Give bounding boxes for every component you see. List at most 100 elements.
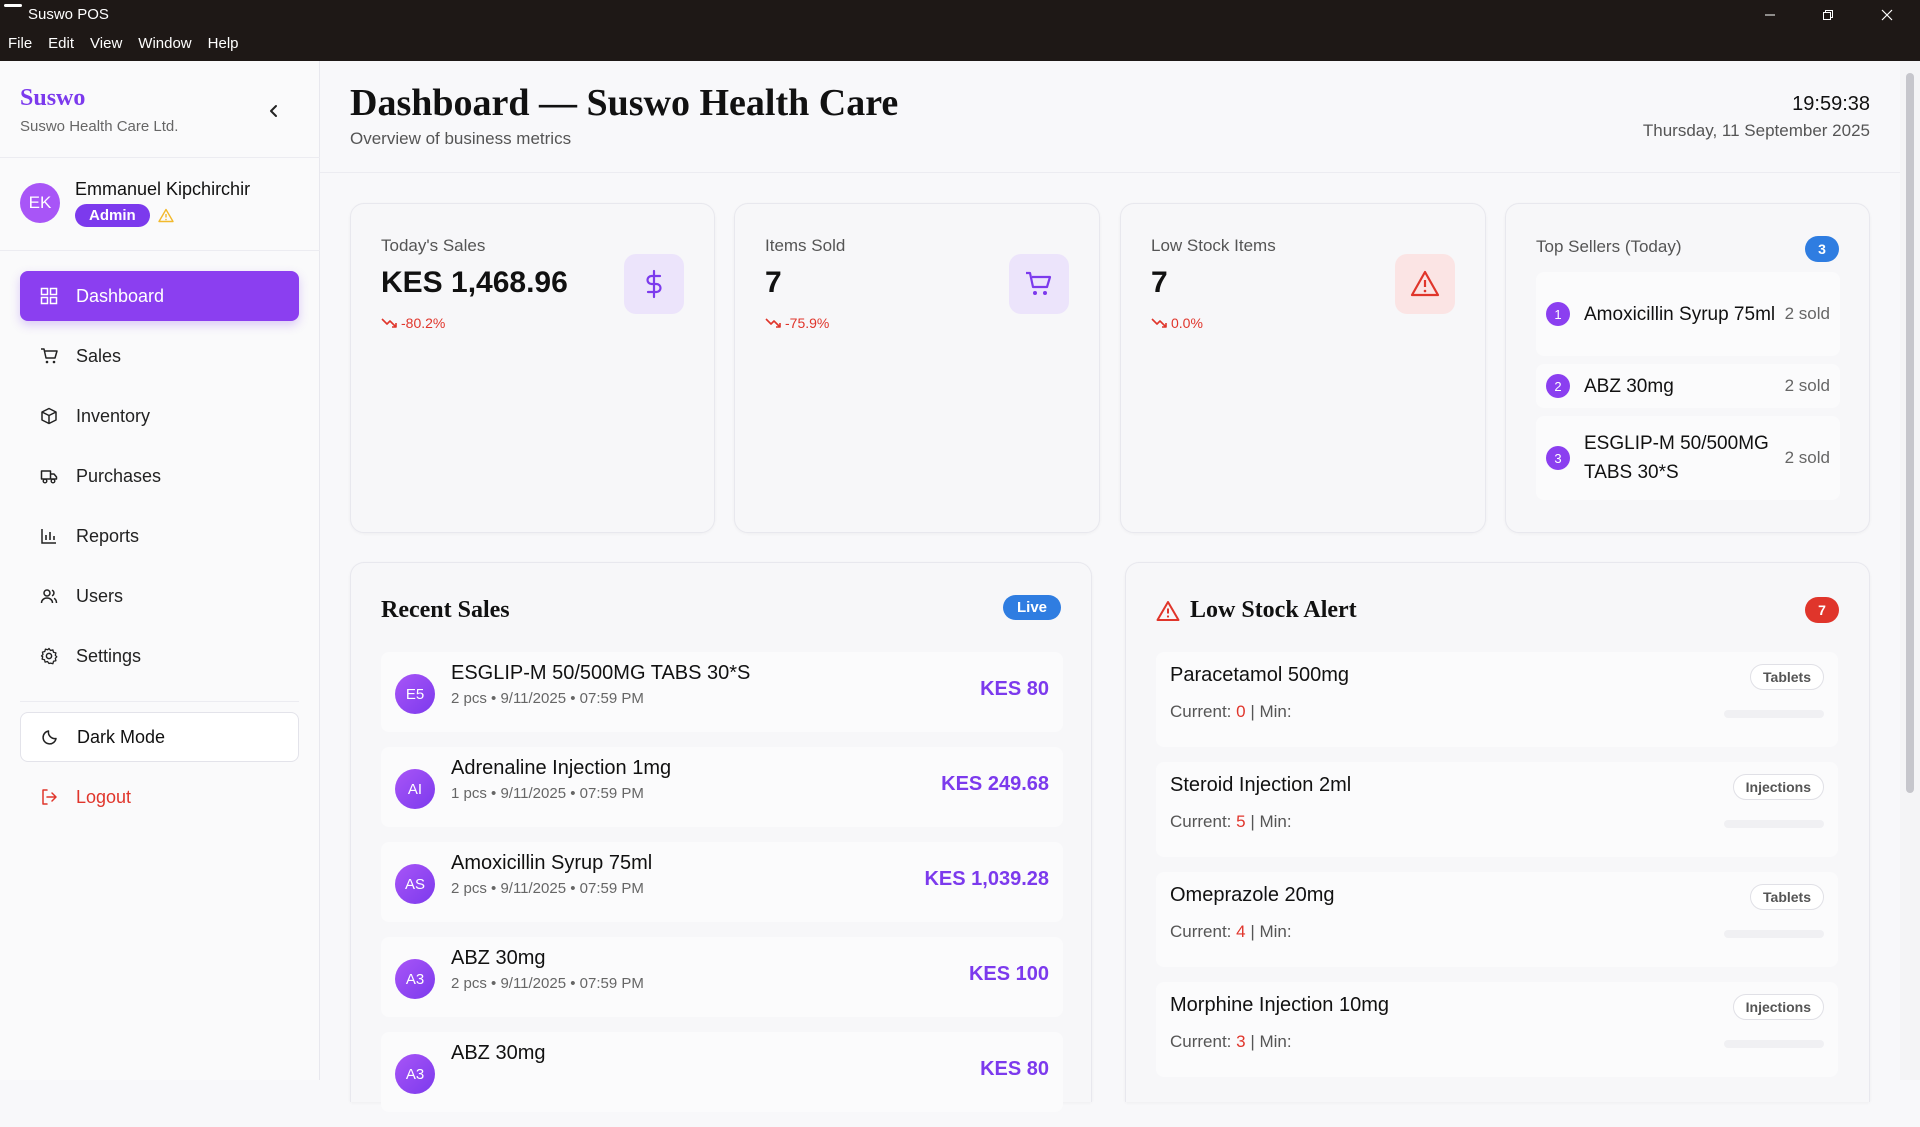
- menu-window[interactable]: Window: [138, 35, 191, 52]
- category-badge: Tablets: [1750, 884, 1824, 910]
- low-stock-list: Paracetamol 500mg Current: 0 | Min: Tabl…: [1156, 652, 1838, 1092]
- sale-amount: KES 100: [968, 963, 1049, 985]
- stock-level-bar: [1724, 1040, 1824, 1048]
- sidebar-item-dashboard[interactable]: Dashboard: [20, 271, 299, 321]
- close-icon: [1881, 9, 1893, 21]
- list-item[interactable]: 1 Amoxicillin Syrup 75ml 2 sold: [1536, 272, 1840, 356]
- current-stock: 3: [1236, 1032, 1246, 1051]
- page-subtitle: Overview of business metrics: [350, 129, 572, 148]
- current-stock: 4: [1236, 922, 1246, 941]
- logout-button[interactable]: Logout: [20, 772, 299, 822]
- stock-row[interactable]: Paracetamol 500mg Current: 0 | Min: Tabl…: [1156, 652, 1838, 747]
- sale-amount: KES 249.68: [941, 773, 1049, 795]
- current-label: Current:: [1170, 922, 1232, 941]
- sidebar-item-label: Users: [76, 585, 124, 606]
- sidebar-item-purchases[interactable]: Purchases: [20, 451, 299, 501]
- stat-card-low-stock: Low Stock Items 7 0.0%: [1120, 203, 1486, 533]
- list-item[interactable]: 3 ESGLIP-M 50/500MG TABS 30*S 2 sold: [1536, 416, 1840, 500]
- product-name: Paracetamol 500mg: [1170, 664, 1349, 686]
- sale-row[interactable]: A3 ABZ 30mg 2 pcs • 9/11/2025 • 07:59 PM…: [381, 937, 1063, 1017]
- bar-chart-icon: [41, 529, 56, 544]
- low-stock-count: 7: [1805, 597, 1839, 623]
- sold-count: 2 sold: [1784, 304, 1830, 323]
- sidebar-item-settings[interactable]: Settings: [20, 631, 299, 681]
- stock-row[interactable]: Morphine Injection 10mg Current: 3 | Min…: [1156, 982, 1838, 1077]
- sale-meta: 2 pcs • 9/11/2025 • 07:59 PM: [451, 690, 644, 707]
- stock-row[interactable]: Omeprazole 20mg Current: 4 | Min: Tablet…: [1156, 872, 1838, 967]
- current-stock: 5: [1236, 812, 1246, 831]
- avatar: E5: [395, 674, 435, 714]
- minimize-icon: [1765, 14, 1775, 16]
- stat-icon: [1009, 254, 1069, 314]
- min-label: | Min:: [1250, 1032, 1292, 1051]
- sale-row[interactable]: A3 ABZ 30mg KES 80: [381, 1032, 1063, 1112]
- sale-row[interactable]: AS Amoxicillin Syrup 75ml 2 pcs • 9/11/2…: [381, 842, 1063, 922]
- low-stock-title-text: Low Stock Alert: [1190, 597, 1357, 623]
- restore-icon: [1823, 10, 1833, 20]
- dark-mode-button[interactable]: Dark Mode: [20, 712, 299, 762]
- stat-value: KES 1,468.96: [381, 266, 568, 299]
- scrollbar[interactable]: [1900, 61, 1920, 1080]
- stat-label: Today's Sales: [381, 236, 486, 255]
- stat-value: 7: [765, 266, 782, 299]
- sidebar-item-inventory[interactable]: Inventory: [20, 391, 299, 441]
- live-badge: Live: [1002, 595, 1061, 620]
- sidebar-item-label: Purchases: [76, 465, 162, 486]
- close-button[interactable]: [1858, 0, 1916, 30]
- collapse-sidebar-button[interactable]: [260, 97, 288, 125]
- min-label: | Min:: [1250, 922, 1292, 941]
- sale-amount: KES 1,039.28: [924, 868, 1049, 890]
- sidebar-item-users[interactable]: Users: [20, 571, 299, 621]
- dollar-icon: [646, 269, 662, 299]
- recent-sales-list: E5 ESGLIP-M 50/500MG TABS 30*S 2 pcs • 9…: [381, 652, 1063, 1127]
- dark-mode-label: Dark Mode: [77, 726, 166, 747]
- category-badge: Injections: [1732, 994, 1824, 1020]
- current-label: Current:: [1170, 812, 1232, 831]
- list-item[interactable]: 2 ABZ 30mg 2 sold: [1536, 364, 1840, 408]
- stat-change: -80.2%: [381, 315, 445, 331]
- current-label: Current:: [1170, 702, 1232, 721]
- category-badge: Injections: [1732, 774, 1824, 800]
- chevron-left-icon: [270, 105, 277, 117]
- main-content: Dashboard — Suswo Health Care Overview o…: [320, 61, 1900, 1112]
- rank-badge: 2: [1546, 374, 1570, 398]
- role-badge: Admin: [75, 204, 150, 227]
- sale-row[interactable]: E5 ESGLIP-M 50/500MG TABS 30*S 2 pcs • 9…: [381, 652, 1063, 732]
- sale-row[interactable]: AI Adrenaline Injection 1mg 1 pcs • 9/11…: [381, 747, 1063, 827]
- menu-file[interactable]: File: [8, 35, 32, 52]
- company-name: Suswo Health Care Ltd.: [20, 118, 179, 135]
- stock-level-bar: [1724, 930, 1824, 938]
- product-name: ESGLIP-M 50/500MG TABS 30*S: [1584, 433, 1769, 483]
- warning-icon: [1410, 270, 1440, 297]
- sidebar-item-label: Inventory: [76, 405, 151, 426]
- low-stock-title: Low Stock Alert: [1156, 597, 1357, 624]
- stat-icon: [624, 254, 684, 314]
- sidebar-item-reports[interactable]: Reports: [20, 511, 299, 561]
- current-date: Thursday, 11 September 2025: [1642, 121, 1870, 140]
- users-icon: [40, 589, 58, 604]
- box-icon: [41, 407, 57, 425]
- stock-row[interactable]: Steroid Injection 2ml Current: 5 | Min: …: [1156, 762, 1838, 857]
- stock-level-bar: [1724, 710, 1824, 718]
- menu-help[interactable]: Help: [208, 35, 239, 52]
- sold-count: 2 sold: [1784, 376, 1830, 395]
- divider: [0, 157, 320, 158]
- restore-button[interactable]: [1799, 0, 1857, 30]
- top-sellers-card: Top Sellers (Today) 3 1 Amoxicillin Syru…: [1505, 203, 1870, 533]
- min-label: | Min:: [1250, 702, 1292, 721]
- avatar: A3: [395, 1054, 435, 1094]
- minimize-button[interactable]: [1741, 0, 1799, 30]
- sale-meta: 2 pcs • 9/11/2025 • 07:59 PM: [451, 975, 644, 992]
- avatar: AI: [395, 769, 435, 809]
- scrollbar-thumb[interactable]: [1906, 73, 1914, 793]
- stat-change: -75.9%: [765, 315, 829, 331]
- product-name: ABZ 30mg: [451, 947, 546, 969]
- sidebar-item-sales[interactable]: Sales: [20, 331, 299, 381]
- current-stock: 0: [1236, 702, 1246, 721]
- menu-view[interactable]: View: [90, 35, 122, 52]
- gear-icon: [40, 647, 58, 665]
- sidebar: Suswo Suswo Health Care Ltd. EK Emmanuel…: [0, 61, 320, 1080]
- avatar: AS: [395, 864, 435, 904]
- menu-edit[interactable]: Edit: [48, 35, 74, 52]
- rank-badge: 1: [1546, 302, 1570, 326]
